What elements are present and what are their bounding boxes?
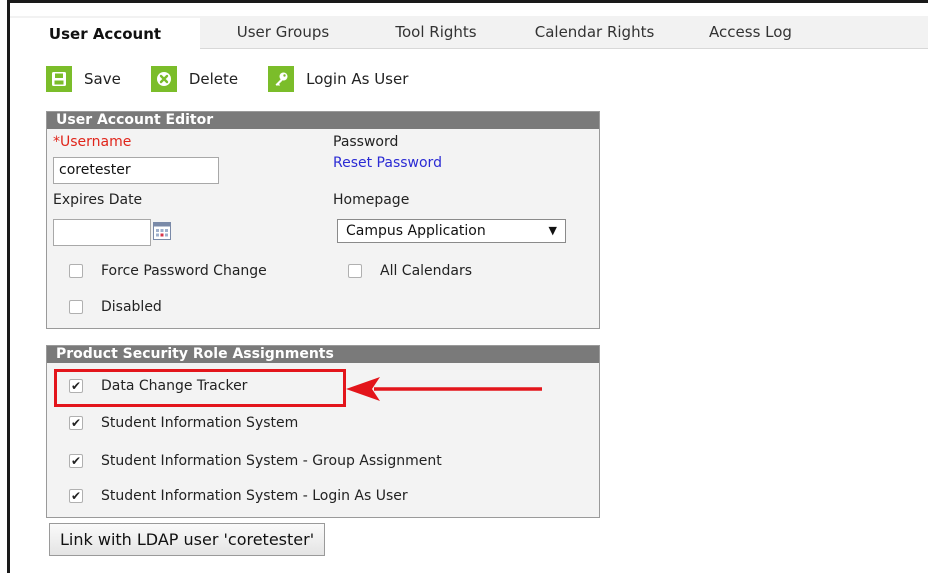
calendar-icon[interactable] [153, 222, 171, 240]
disabled-label: Disabled [101, 299, 162, 315]
save-label: Save [84, 70, 121, 88]
role-item[interactable]: ✔ Student Information System - Login As … [69, 486, 408, 506]
dropdown-arrow-icon: ▼ [548, 224, 557, 237]
username-label-wrap: *Username [53, 134, 131, 150]
role-label: Student Information System - Login As Us… [101, 488, 408, 504]
tab-tool-rights[interactable]: Tool Rights [366, 16, 506, 49]
role-label: Student Information System - Group Assig… [101, 453, 442, 469]
all-calendars-row[interactable]: All Calendars [348, 261, 472, 281]
save-icon [46, 66, 72, 92]
window-top-border [7, 0, 928, 3]
disabled-row[interactable]: Disabled [69, 297, 162, 317]
login-as-user-label: Login As User [306, 70, 409, 88]
save-button[interactable]: Save [46, 66, 121, 92]
homepage-select[interactable]: Campus Application ▼ [337, 219, 566, 243]
username-label: Username [60, 134, 132, 150]
homepage-label: Homepage [333, 192, 410, 208]
delete-label: Delete [188, 70, 239, 88]
delete-icon [150, 66, 177, 92]
annotation-arrow-icon [346, 377, 542, 401]
role-label: Student Information System [101, 415, 299, 431]
force-password-change-row[interactable]: Force Password Change [69, 261, 267, 281]
all-calendars-checkbox[interactable] [348, 264, 362, 278]
force-password-change-label: Force Password Change [101, 263, 267, 279]
link-ldap-user-button[interactable]: Link with LDAP user 'coretester' [49, 523, 326, 556]
user-account-editor-panel: User Account Editor *Username coretester… [46, 111, 600, 329]
window-left-border [7, 0, 10, 573]
role-checkbox[interactable]: ✔ [69, 489, 83, 503]
expires-date-label: Expires Date [53, 192, 143, 208]
role-checkbox[interactable]: ✔ [69, 416, 83, 430]
tab-access-log[interactable]: Access Log [683, 16, 818, 49]
all-calendars-label: All Calendars [380, 263, 473, 279]
tab-bar: User Account User Groups Tool Rights Cal… [10, 16, 928, 49]
panel-header: Product Security Role Assignments [47, 346, 599, 363]
role-checkbox[interactable]: ✔ [69, 454, 83, 468]
login-as-user-button[interactable]: Login As User [268, 66, 408, 92]
required-mark: * [53, 134, 60, 150]
password-label: Password [333, 134, 399, 150]
username-input[interactable]: coretester [53, 157, 219, 184]
tab-user-groups[interactable]: User Groups [200, 16, 366, 49]
tab-user-account[interactable]: User Account [10, 16, 200, 49]
force-password-change-checkbox[interactable] [69, 264, 83, 278]
homepage-selected-value: Campus Application [346, 223, 486, 239]
delete-button[interactable]: Delete [150, 66, 239, 92]
reset-password-link[interactable]: Reset Password [333, 155, 442, 171]
toolbar: Save Delete Login As User [46, 66, 438, 92]
tab-calendar-rights[interactable]: Calendar Rights [506, 16, 683, 49]
panel-header: User Account Editor [47, 112, 599, 129]
role-item[interactable]: ✔ Student Information System - Group Ass… [69, 451, 442, 471]
key-icon [268, 66, 295, 92]
expires-date-input[interactable] [53, 219, 151, 246]
role-item[interactable]: ✔ Student Information System [69, 413, 298, 433]
annotation-highlight-box [54, 369, 346, 407]
disabled-checkbox[interactable] [69, 300, 83, 314]
